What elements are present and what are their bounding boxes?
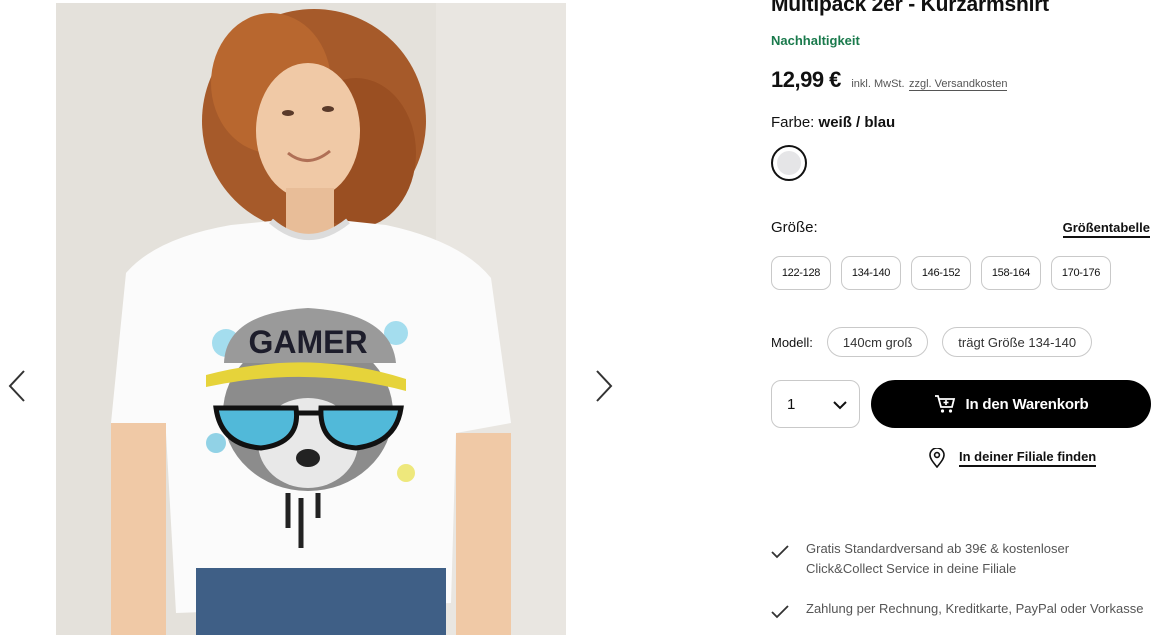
find-store-label: In deiner Filiale finden bbox=[959, 449, 1097, 467]
chevron-down-icon bbox=[833, 401, 847, 410]
quantity-value: 1 bbox=[787, 396, 796, 413]
chevron-right-icon bbox=[596, 370, 613, 402]
shirt-print-text: GAMER bbox=[248, 324, 367, 360]
product-image[interactable]: GAMER bbox=[56, 3, 566, 635]
add-to-cart-label: In den Warenkorb bbox=[965, 395, 1089, 413]
size-option-146-152[interactable]: 146-152 bbox=[911, 256, 971, 290]
size-label: Größe: bbox=[771, 219, 818, 236]
usp-item-payment: Zahlung per Rechnung, Kreditkarte, PayPa… bbox=[771, 599, 1146, 619]
size-option-170-176[interactable]: 170-176 bbox=[1051, 256, 1111, 290]
color-label: Farbe: bbox=[771, 114, 815, 131]
size-option-158-164[interactable]: 158-164 bbox=[981, 256, 1041, 290]
quantity-select[interactable]: 1 bbox=[771, 380, 860, 428]
gallery-prev-button[interactable] bbox=[4, 368, 32, 404]
model-label: Modell: bbox=[771, 334, 813, 350]
chevron-left-icon bbox=[8, 370, 25, 402]
product-title: Multipack 2er - Kurzarmshirt bbox=[771, 0, 1049, 16]
size-options: 122-128 134-140 146-152 158-164 170-176 bbox=[771, 256, 1111, 290]
usp-item-shipping: Gratis Standardversand ab 39€ & kostenlo… bbox=[771, 539, 1146, 579]
size-option-134-140[interactable]: 134-140 bbox=[841, 256, 901, 290]
usp-text: Gratis Standardversand ab 39€ & kostenlo… bbox=[806, 541, 1070, 576]
color-value: weiß / blau bbox=[818, 114, 896, 131]
price-row: 12,99 € inkl. MwSt. zzgl. Versandkosten bbox=[771, 67, 1008, 93]
check-icon bbox=[771, 605, 789, 619]
product-gallery: GAMER bbox=[0, 0, 620, 635]
vat-note: inkl. MwSt. bbox=[851, 78, 905, 90]
gallery-next-button[interactable] bbox=[589, 368, 617, 404]
model-info: Modell: 140cm groß trägt Größe 134-140 bbox=[771, 327, 1106, 357]
shipping-costs-link[interactable]: zzgl. Versandkosten bbox=[909, 78, 1008, 91]
model-size-chip: trägt Größe 134-140 bbox=[942, 327, 1093, 357]
check-icon bbox=[771, 545, 789, 559]
sustainability-link[interactable]: Nachhaltigkeit bbox=[771, 33, 860, 48]
location-pin-icon bbox=[929, 448, 945, 468]
find-store-link[interactable]: In deiner Filiale finden bbox=[928, 448, 1097, 468]
usp-text: Zahlung per Rechnung, Kreditkarte, PayPa… bbox=[806, 601, 1144, 616]
product-photo-illustration: GAMER bbox=[56, 3, 566, 635]
cart-icon bbox=[934, 394, 956, 414]
add-to-cart-button[interactable]: In den Warenkorb bbox=[871, 380, 1151, 428]
product-price: 12,99 € bbox=[771, 67, 841, 92]
model-height-chip: 140cm groß bbox=[826, 327, 929, 357]
size-table-link[interactable]: Größentabelle bbox=[1062, 220, 1150, 238]
product-info-panel: Multipack 2er - Kurzarmshirt Nachhaltigk… bbox=[771, 0, 1151, 635]
color-swatch-white-blue[interactable] bbox=[771, 145, 807, 181]
color-row: Farbe: weiß / blau bbox=[771, 114, 895, 131]
swatch-fill bbox=[777, 151, 801, 175]
size-option-122-128[interactable]: 122-128 bbox=[771, 256, 831, 290]
